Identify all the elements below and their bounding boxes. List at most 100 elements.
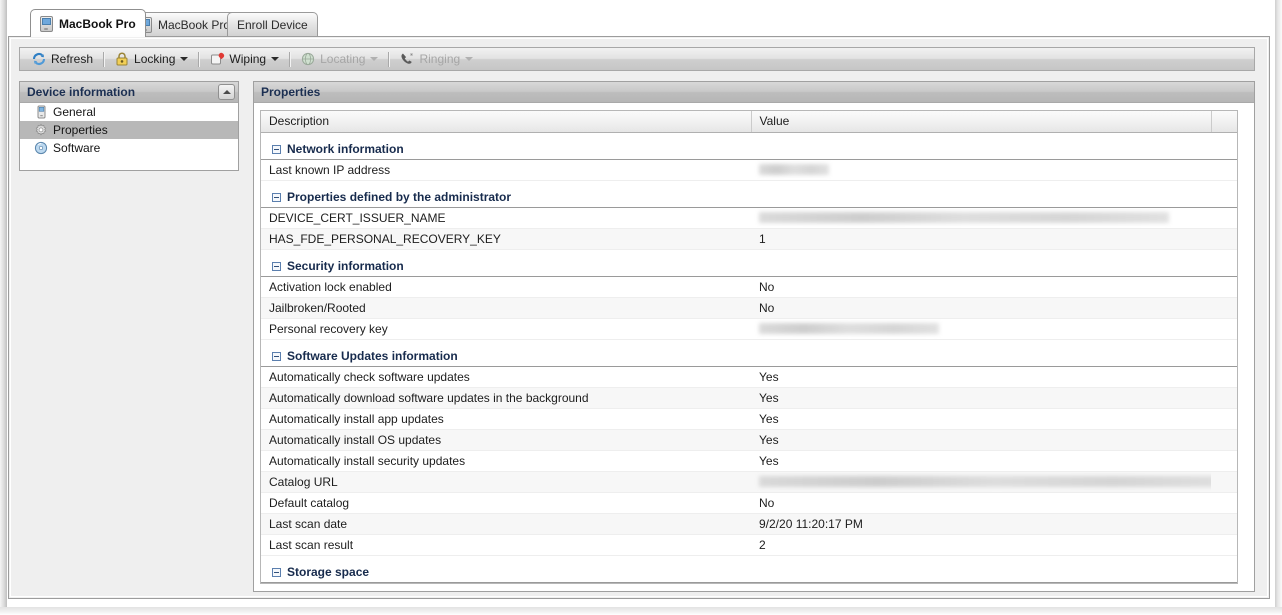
table-row[interactable]: Default catalogNo — [261, 492, 1238, 513]
tab-label: MacBook Pro — [59, 17, 136, 31]
cell-value: Yes — [751, 387, 1211, 408]
wipe-icon — [209, 51, 225, 67]
sidebar-title: Device information — [27, 85, 135, 99]
collapse-minus-icon[interactable] — [272, 262, 281, 271]
section-header-cell: Security information — [261, 249, 1238, 276]
cell-value — [751, 318, 1211, 339]
cell-description: HAS_FDE_PERSONAL_RECOVERY_KEY — [261, 228, 751, 249]
cell-spacer — [1211, 534, 1238, 555]
cell-description: Automatically download software updates … — [261, 387, 751, 408]
section-header-cell: Storage space — [261, 555, 1238, 582]
ringing-label: Ringing — [419, 52, 460, 66]
cell-description: DEVICE_CERT_ISSUER_NAME — [261, 207, 751, 228]
table-row[interactable]: HAS_FDE_PERSONAL_RECOVERY_KEY1 — [261, 228, 1238, 249]
phone-icon — [399, 51, 415, 67]
disc-icon — [34, 141, 48, 155]
tab-macbook-pro-1[interactable]: MacBook Pro — [30, 9, 146, 37]
sidebar-item-properties[interactable]: Properties — [20, 121, 238, 139]
ringing-button[interactable]: Ringing — [392, 48, 480, 70]
cell-description: Automatically install app updates — [261, 408, 751, 429]
cell-spacer — [1211, 276, 1238, 297]
chevron-down-icon — [180, 57, 188, 61]
properties-panel: Properties Description Value — [253, 81, 1255, 592]
redacted-value — [759, 212, 1169, 223]
cell-value: No — [751, 297, 1211, 318]
toolbar-separator — [388, 52, 389, 67]
table-row[interactable]: Automatically check software updatesYes — [261, 366, 1238, 387]
table-row[interactable]: DEVICE_CERT_ISSUER_NAME — [261, 207, 1238, 228]
sidebar-item-software[interactable]: Software — [20, 139, 238, 157]
refresh-button[interactable]: Refresh — [24, 48, 100, 70]
cell-description: Personal recovery key — [261, 318, 751, 339]
tab-enroll-device[interactable]: Enroll Device — [227, 12, 318, 36]
cell-description: Automatically check software updates — [261, 366, 751, 387]
column-header-value[interactable]: Value — [751, 111, 1211, 132]
cell-spacer — [1211, 387, 1238, 408]
cell-spacer — [1211, 429, 1238, 450]
window-top-edge — [0, 0, 1282, 9]
cell-description: Last known IP address — [261, 159, 751, 180]
collapse-minus-icon[interactable] — [272, 352, 281, 361]
window-bottom-edge — [0, 607, 1282, 615]
redacted-value — [759, 476, 1211, 487]
locating-button[interactable]: Locating — [293, 48, 385, 70]
cell-description: Last scan date — [261, 513, 751, 534]
cell-value — [751, 471, 1211, 492]
table-row[interactable]: Automatically download software updates … — [261, 387, 1238, 408]
collapse-minus-icon[interactable] — [272, 568, 281, 577]
column-header-description[interactable]: Description — [261, 111, 751, 132]
section-header-cell: Software Updates information — [261, 339, 1238, 366]
chevron-down-icon — [465, 57, 473, 61]
table-row[interactable]: Last known IP address — [261, 159, 1238, 180]
sidebar-item-general[interactable]: General — [20, 103, 238, 121]
cell-spacer — [1211, 366, 1238, 387]
lock-icon — [114, 51, 130, 67]
section-header-row: Properties defined by the administrator — [261, 180, 1238, 207]
properties-table: Description Value Network information Las… — [261, 111, 1238, 583]
cell-description: Default catalog — [261, 492, 751, 513]
section-title: Network information — [287, 142, 404, 156]
toolbar-separator — [103, 52, 104, 67]
collapse-minus-icon[interactable] — [272, 193, 281, 202]
section-header-row: Security information — [261, 249, 1238, 276]
table-row[interactable]: Catalog URL — [261, 471, 1238, 492]
cell-value: No — [751, 492, 1211, 513]
table-row[interactable]: Last scan result2 — [261, 534, 1238, 555]
cell-spacer — [1211, 408, 1238, 429]
table-row[interactable]: Automatically install app updatesYes — [261, 408, 1238, 429]
sidebar-item-label: General — [53, 105, 96, 119]
table-row[interactable]: Jailbroken/RootedNo — [261, 297, 1238, 318]
properties-grid-container[interactable]: Description Value Network information Las… — [260, 110, 1238, 584]
cell-spacer — [1211, 450, 1238, 471]
cell-value: Yes — [751, 429, 1211, 450]
sidebar-item-label: Properties — [53, 123, 108, 137]
cell-value — [751, 207, 1211, 228]
cell-description: Last scan result — [261, 534, 751, 555]
toolbar-separator — [198, 52, 199, 67]
window-left-edge — [0, 0, 7, 615]
device-information-header: Device information — [20, 82, 238, 103]
cell-value: Yes — [751, 408, 1211, 429]
properties-table-body: Network information Last known IP address… — [261, 132, 1238, 582]
tab-bar: MacBook Pro MacBook Pro Enroll Device — [8, 9, 1274, 37]
locking-button[interactable]: Locking — [107, 48, 195, 70]
section-title: Software Updates information — [287, 349, 458, 363]
cell-value: 9/2/20 11:20:17 PM — [751, 513, 1211, 534]
collapse-minus-icon[interactable] — [272, 145, 281, 154]
section-header-cell: Properties defined by the administrator — [261, 180, 1238, 207]
panel-title: Properties — [261, 85, 320, 99]
table-row[interactable]: Last scan date9/2/20 11:20:17 PM — [261, 513, 1238, 534]
table-row[interactable]: Personal recovery key — [261, 318, 1238, 339]
section-header-row: Software Updates information — [261, 339, 1238, 366]
table-row[interactable]: Automatically install security updatesYe… — [261, 450, 1238, 471]
chevron-up-icon[interactable] — [218, 84, 235, 100]
device-icon — [34, 105, 48, 119]
cell-value: 2 — [751, 534, 1211, 555]
locking-label: Locking — [134, 52, 175, 66]
table-row[interactable]: Automatically install OS updatesYes — [261, 429, 1238, 450]
globe-icon — [300, 51, 316, 67]
wiping-button[interactable]: Wiping — [202, 48, 286, 70]
table-row[interactable]: Activation lock enabledNo — [261, 276, 1238, 297]
chevron-down-icon — [370, 57, 378, 61]
section-header-row: Network information — [261, 132, 1238, 159]
